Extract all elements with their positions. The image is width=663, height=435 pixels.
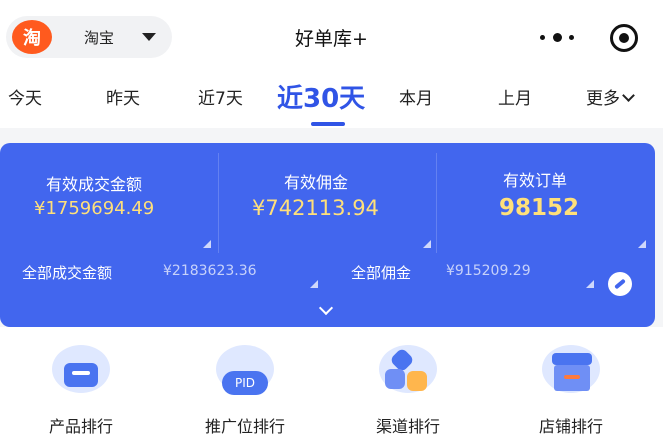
tab-more[interactable]: 更多 xyxy=(586,84,635,109)
date-range-tabs: 今天 昨天 近7天 近30天 本月 上月 更多 xyxy=(0,76,663,128)
valid-orders-value: 98152 xyxy=(499,195,580,221)
earnings-summary-card: 有效成交金额 ¥1759694.49 有效佣金 ¥742113.94 有效订单 … xyxy=(0,143,655,327)
divider xyxy=(436,153,437,253)
tab-this-month[interactable]: 本月 xyxy=(399,84,433,109)
channel-ranking-entry[interactable]: 渠道排行 xyxy=(343,341,473,435)
product-ranking-entry[interactable]: 产品排行 xyxy=(16,341,146,435)
shop-rank-icon xyxy=(542,341,604,395)
tool-icon[interactable] xyxy=(608,272,632,296)
tab-more-label: 更多 xyxy=(586,89,620,109)
shop-ranking-label: 店铺排行 xyxy=(538,417,603,435)
tab-yesterday[interactable]: 昨天 xyxy=(106,84,140,109)
product-rank-icon xyxy=(52,341,114,395)
corner-arrow-icon xyxy=(638,240,646,248)
divider xyxy=(218,153,219,253)
pid-ranking-entry[interactable]: PID 推广位排行 xyxy=(180,341,310,435)
pid-badge: PID xyxy=(222,371,268,395)
corner-arrow-icon xyxy=(310,280,318,288)
total-gmv-value: ¥2183623.36 xyxy=(163,263,257,279)
top-bar: 淘 淘宝 好单库+ xyxy=(0,0,663,76)
pid-rank-icon: PID xyxy=(216,341,278,395)
chevron-down-icon xyxy=(622,89,635,102)
valid-commission-label: 有效佣金 xyxy=(284,173,349,192)
total-commission-value: ¥915209.29 xyxy=(446,263,531,279)
tab-last-7-days[interactable]: 近7天 xyxy=(198,84,243,109)
product-ranking-label: 产品排行 xyxy=(48,417,113,435)
pid-ranking-label: 推广位排行 xyxy=(204,417,285,435)
valid-gmv-value: ¥1759694.49 xyxy=(34,198,155,219)
active-tab-indicator xyxy=(311,122,345,126)
close-miniprogram-icon[interactable] xyxy=(610,24,638,52)
valid-orders-label: 有效订单 xyxy=(503,171,568,190)
tab-today[interactable]: 今天 xyxy=(8,84,42,109)
channel-ranking-label: 渠道排行 xyxy=(375,417,440,435)
valid-commission-value: ¥742113.94 xyxy=(252,196,379,220)
more-options-icon[interactable] xyxy=(540,30,574,44)
ranking-grid: 产品排行 PID 推广位排行 渠道排行 店铺排行 xyxy=(0,327,663,435)
corner-arrow-icon xyxy=(586,280,594,288)
total-gmv-label: 全部成交金额 xyxy=(22,264,113,282)
tab-last-month[interactable]: 上月 xyxy=(498,84,532,109)
shop-ranking-entry[interactable]: 店铺排行 xyxy=(506,341,636,435)
channel-rank-icon xyxy=(379,341,441,395)
corner-arrow-icon xyxy=(423,240,431,248)
tab-last-30-days[interactable]: 近30天 xyxy=(277,78,365,115)
valid-gmv-label: 有效成交金额 xyxy=(46,175,143,194)
corner-arrow-icon xyxy=(203,240,211,248)
total-commission-label: 全部佣金 xyxy=(351,264,412,282)
expand-chevron-icon[interactable] xyxy=(318,300,334,316)
